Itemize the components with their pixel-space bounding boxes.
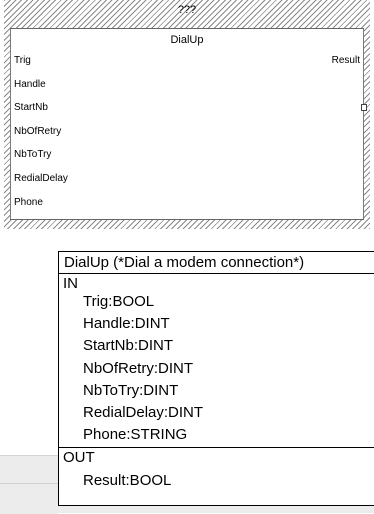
status-strip — [58, 506, 374, 513]
tooltip-in-var: StartNb:DINT — [83, 337, 174, 354]
input-pin-nbtotry[interactable]: NbToTry — [14, 149, 51, 161]
tooltip-header: DialUp (*Dial a modem connection*) — [64, 254, 305, 271]
input-pin-nbofretry[interactable]: NbOfRetry — [14, 126, 61, 138]
function-block-body[interactable]: DialUp Trig Handle StartNb NbOfRetry NbT… — [10, 29, 367, 220]
side-panel — [0, 455, 58, 514]
tooltip-in-var: Trig:BOOL — [83, 293, 155, 310]
tooltip-in-var: Phone:STRING — [83, 426, 188, 443]
panel-divider — [0, 483, 58, 484]
tooltip-in-label: IN — [63, 275, 78, 292]
instance-name[interactable]: ??? — [4, 1, 370, 19]
input-pin-startnb[interactable]: StartNb — [14, 102, 48, 114]
tooltip-in-var: Handle:DINT — [83, 315, 170, 332]
bottom-divider — [10, 219, 364, 220]
block-type-name: DialUp — [170, 34, 204, 46]
tooltip-in-var: NbOfRetry:DINT — [83, 360, 194, 377]
tooltip-out-label: OUT — [63, 449, 95, 466]
tooltip-out-var: Result:BOOL — [83, 472, 172, 489]
tooltip-in-var: NbToTry:DINT — [83, 382, 179, 399]
tooltip-in-var: RedialDelay:DINT — [83, 404, 204, 421]
input-pin-trig[interactable]: Trig — [14, 55, 31, 67]
output-pin-result[interactable]: Result — [332, 55, 360, 67]
input-pin-redialdelay[interactable]: RedialDelay — [14, 173, 68, 185]
function-block-tooltip: DialUp (*Dial a modem connection*) IN Tr… — [58, 251, 374, 506]
input-pin-handle[interactable]: Handle — [14, 79, 46, 91]
input-pin-phone[interactable]: Phone — [14, 197, 43, 209]
connection-stub — [361, 104, 367, 111]
function-block[interactable]: ??? DialUp Trig Handle StartNb NbOfRetry… — [4, 0, 370, 229]
